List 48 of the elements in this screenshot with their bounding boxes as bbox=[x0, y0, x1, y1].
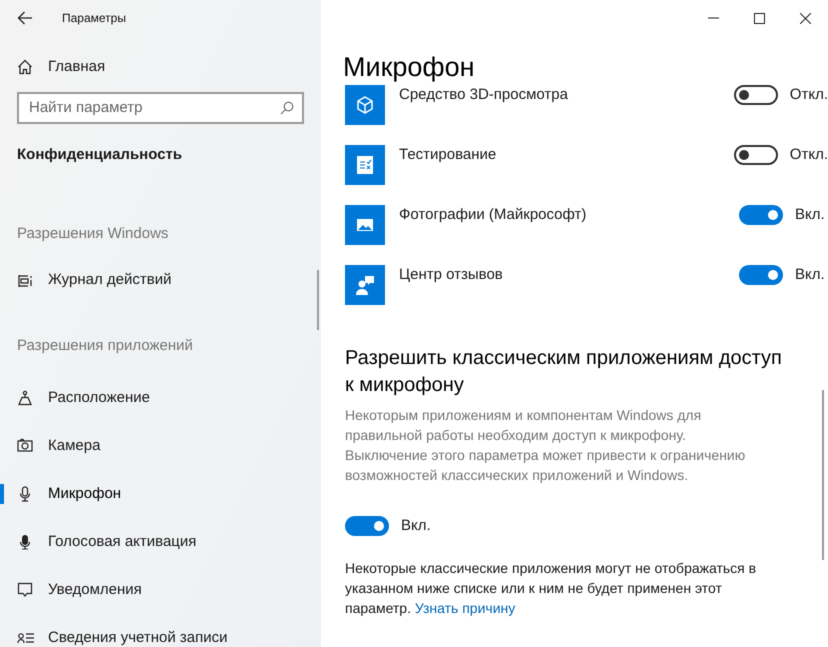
sidebar-item[interactable]: Голосовая активация bbox=[0, 518, 321, 566]
sidebar-item[interactable]: Микрофон bbox=[0, 470, 321, 518]
speech-bubble-icon bbox=[17, 582, 33, 598]
sidebar-item[interactable]: Камера bbox=[0, 422, 321, 470]
home-link[interactable]: Главная bbox=[0, 56, 321, 78]
search-icon bbox=[280, 100, 294, 114]
note-text: Некоторые классические приложения могут не отображаться в указанном ниже списке или к ним не будет применен этот параметр. Узнать причину bbox=[345, 558, 758, 618]
toggle-state-label: Вкл. bbox=[401, 516, 431, 536]
app-tile-icon bbox=[345, 205, 385, 245]
toggle-state-label: Откл. bbox=[790, 145, 828, 165]
maximize-icon bbox=[754, 12, 764, 24]
toggle-switch[interactable] bbox=[345, 516, 389, 536]
toggle-switch[interactable] bbox=[739, 205, 783, 225]
app-tile-icon bbox=[345, 145, 385, 185]
category-heading: Конфиденциальность bbox=[17, 144, 184, 164]
window-title: Параметры bbox=[62, 10, 126, 27]
group-heading: Разрешения Windows bbox=[17, 224, 170, 244]
app-name: Фотографии (Майкрософт) bbox=[399, 205, 588, 225]
toggle-switch[interactable] bbox=[739, 265, 783, 285]
close-icon bbox=[800, 12, 810, 24]
app-name: Центр отзывов bbox=[399, 265, 504, 285]
toggle-state-label: Откл. bbox=[790, 85, 828, 105]
toggle-state-label: Вкл. bbox=[795, 265, 825, 285]
microphone-icon bbox=[17, 534, 33, 550]
app-name: Тестирование bbox=[399, 145, 498, 165]
toggle-switch[interactable] bbox=[734, 85, 778, 105]
app-name: Средство 3D-просмотра bbox=[399, 85, 569, 105]
sidebar-item[interactable]: Расположение bbox=[0, 374, 321, 422]
account-list-icon bbox=[17, 631, 35, 645]
minimize-icon bbox=[708, 17, 718, 19]
group-heading: Разрешения приложений bbox=[17, 336, 194, 356]
app-tile-icon bbox=[345, 265, 385, 305]
back-arrow-icon bbox=[17, 11, 33, 25]
camera-icon bbox=[17, 438, 33, 454]
location-pin-icon bbox=[17, 390, 33, 406]
sidebar-item[interactable]: Уведомления bbox=[0, 566, 321, 614]
sidebar-item[interactable]: Сведения учетной записи bbox=[0, 614, 321, 647]
microphone-icon bbox=[17, 486, 33, 502]
section-description: Некоторым приложениям и компонентам Windows для правильной работы необходим доступ к микрофону. Выключение этого параметра может привести к ограничению возможностей классических приложений и Windows. bbox=[345, 406, 746, 485]
toggle-state-label: Вкл. bbox=[795, 205, 825, 225]
home-icon bbox=[17, 59, 33, 76]
activity-list-icon bbox=[17, 272, 33, 288]
sidebar-item[interactable]: Журнал действий bbox=[0, 256, 321, 304]
section-heading: Разрешить классическим приложениям доступ к микрофону bbox=[345, 346, 783, 398]
search-field[interactable]: Найти параметр bbox=[17, 92, 304, 124]
learn-why-link[interactable]: Узнать причину bbox=[414, 600, 516, 616]
app-tile-icon bbox=[345, 85, 385, 125]
toggle-switch[interactable] bbox=[734, 145, 778, 165]
